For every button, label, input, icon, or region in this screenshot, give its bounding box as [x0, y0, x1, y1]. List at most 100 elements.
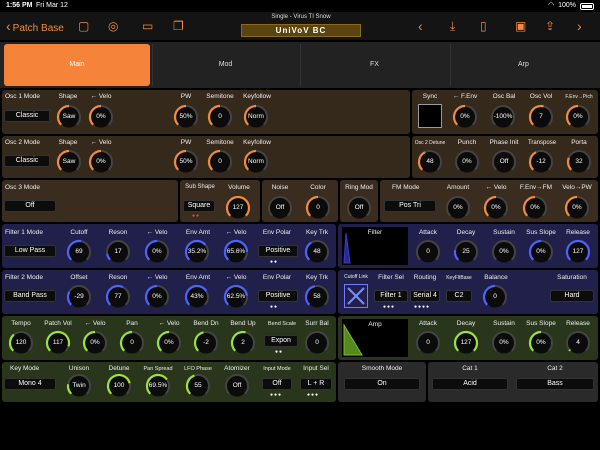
filter2-reson-knob[interactable]: 77 — [105, 284, 131, 310]
unison-knob[interactable]: Twin — [66, 373, 92, 399]
filter1-mode-select[interactable]: Low Pass — [4, 245, 56, 257]
keymode-select[interactable]: Mono 4 — [4, 378, 56, 390]
porta-knob[interactable]: 32 — [566, 149, 592, 175]
offset-knob[interactable]: -29 — [66, 284, 92, 310]
color-knob[interactable]: 0 — [305, 195, 331, 221]
filter2-envpolar-select[interactable]: Positive — [258, 290, 298, 302]
fm-velo-knob[interactable]: 0% — [483, 195, 509, 221]
filter2-velo-knob[interactable]: 0% — [144, 284, 170, 310]
chevron-right-icon[interactable]: › — [577, 16, 582, 36]
oscbal-knob[interactable]: -100% — [490, 104, 516, 130]
inputsel-select[interactable]: L + R — [300, 378, 332, 390]
amp-sustain-knob[interactable]: 0% — [491, 330, 517, 356]
ringmod-knob[interactable]: Off — [346, 195, 372, 221]
filter1-reson-knob[interactable]: 17 — [105, 239, 131, 265]
osc2-mode-select[interactable]: Classic — [4, 155, 50, 167]
filter1-keytrk-knob[interactable]: 48 — [304, 239, 330, 265]
osc1-semitone-knob[interactable]: 0 — [207, 104, 233, 130]
osc2-semitone-knob[interactable]: 0 — [207, 149, 233, 175]
lfophase-knob[interactable]: 55 — [185, 373, 211, 399]
filter-sustain-knob[interactable]: 0% — [491, 239, 517, 265]
balance-knob[interactable]: 0 — [482, 284, 508, 310]
surrbal-knob[interactable]: 0 — [304, 330, 330, 356]
tab-mod[interactable]: Mod — [152, 44, 298, 86]
routing-select[interactable]: Serial 4 — [410, 290, 440, 302]
filter1-velo2-knob[interactable]: 65.6% — [223, 239, 249, 265]
inputmode-select[interactable]: Off — [262, 378, 292, 390]
amp-velo-knob[interactable]: 0% — [82, 330, 108, 356]
phase-init-knob[interactable]: Off — [491, 149, 517, 175]
palette-icon[interactable]: ◎ — [108, 16, 118, 36]
benddn-knob[interactable]: -2 — [193, 330, 219, 356]
osc1-mode-select[interactable]: Classic — [4, 110, 50, 122]
filtersel-select[interactable]: Filter 1 — [374, 290, 408, 302]
oscvol-knob[interactable]: 7 — [528, 104, 554, 130]
filter2-keytrk-knob[interactable]: 58 — [304, 284, 330, 310]
window-icon[interactable]: ▢ — [78, 16, 89, 36]
filter-attack-knob[interactable]: 0 — [415, 239, 441, 265]
osc1-pw-knob[interactable]: 50% — [173, 104, 199, 130]
copy-icon[interactable]: ❐ — [173, 16, 184, 36]
keyfltbase-select[interactable]: C2 — [446, 290, 472, 302]
folder-icon[interactable]: ▭ — [142, 16, 153, 36]
tab-arp[interactable]: Arp — [450, 44, 596, 86]
velopw-knob[interactable]: 0% — [564, 195, 590, 221]
osc2-keyfollow-knob[interactable]: Norm — [243, 149, 269, 175]
filter-decay-knob[interactable]: 25 — [453, 239, 479, 265]
atomizer-knob[interactable]: Off — [224, 373, 250, 399]
osc2-velo-knob[interactable]: 0% — [88, 149, 114, 175]
smooth-mode-select[interactable]: On — [344, 378, 420, 390]
amp-release-knob[interactable]: 4 — [565, 330, 591, 356]
filter1-velo-knob[interactable]: 0% — [144, 239, 170, 265]
cat2-select[interactable]: Bass — [516, 378, 594, 390]
fenvpitch-knob[interactable]: 0% — [565, 104, 591, 130]
sync-toggle[interactable] — [418, 104, 442, 128]
share-icon[interactable]: ⇪ — [545, 16, 555, 36]
tab-main[interactable]: Main — [4, 44, 150, 86]
noise-knob[interactable]: Off — [267, 195, 293, 221]
filter-susslope-knob[interactable]: 0% — [528, 239, 554, 265]
pan-knob[interactable]: 0 — [119, 330, 145, 356]
filter2-velo2-knob[interactable]: 62.5% — [223, 284, 249, 310]
pan-velo-knob[interactable]: 0% — [156, 330, 182, 356]
cutoff-link-toggle[interactable] — [344, 284, 368, 308]
saturation-select[interactable]: Hard — [550, 290, 594, 302]
download-icon[interactable]: ⤓ — [450, 16, 455, 36]
bendup-knob[interactable]: 2 — [230, 330, 256, 356]
punch-knob[interactable]: 0% — [454, 149, 480, 175]
chevron-left-icon[interactable]: ‹ — [418, 16, 423, 36]
fenvfm-knob[interactable]: 0% — [522, 195, 548, 221]
osc2-pw-knob[interactable]: 50% — [173, 149, 199, 175]
cat1-select[interactable]: Acid — [432, 378, 508, 390]
filter-release-knob[interactable]: 127 — [565, 239, 591, 265]
osc2-detune-knob[interactable]: 48 — [417, 149, 443, 175]
osc3-mode-select[interactable]: Off — [4, 200, 56, 212]
amp-decay-knob[interactable]: 127 — [453, 330, 479, 356]
patchvol-knob[interactable]: 117 — [45, 330, 71, 356]
filter2-envamt-knob[interactable]: 43% — [184, 284, 210, 310]
detune-knob[interactable]: 100 — [106, 373, 132, 399]
save-icon[interactable]: ▣ — [515, 16, 526, 36]
back-button[interactable]: ‹ Patch Base — [6, 16, 64, 39]
osc1-velo-knob[interactable]: 0% — [88, 104, 114, 130]
amp-attack-knob[interactable]: 0 — [415, 330, 441, 356]
patch-name-field[interactable]: UniVoV BC — [241, 24, 361, 37]
fmmode-select[interactable]: Pos Tri — [384, 200, 436, 212]
tempo-knob[interactable]: 120 — [8, 330, 34, 356]
filter2-mode-select[interactable]: Band Pass — [4, 290, 56, 302]
amp-susslope-knob[interactable]: 0% — [528, 330, 554, 356]
osc1-shape-knob[interactable]: Saw — [56, 104, 82, 130]
bendscale-select[interactable]: Expon — [264, 335, 298, 347]
transpose-knob[interactable]: -12 — [528, 149, 554, 175]
tab-fx[interactable]: FX — [300, 44, 448, 86]
fenv-knob[interactable]: 0% — [452, 104, 478, 130]
osc2-shape-knob[interactable]: Saw — [56, 149, 82, 175]
fm-amount-knob[interactable]: 0% — [445, 195, 471, 221]
filter1-envamt-knob[interactable]: 35.2% — [184, 239, 210, 265]
cutoff-knob[interactable]: 69 — [66, 239, 92, 265]
document-icon[interactable]: ▯ — [480, 16, 487, 36]
osc1-keyfollow-knob[interactable]: Norm — [243, 104, 269, 130]
filter1-envpolar-select[interactable]: Positive — [258, 245, 298, 257]
panspread-knob[interactable]: 69.5% — [145, 373, 171, 399]
subshape-select[interactable]: Square — [183, 200, 215, 212]
